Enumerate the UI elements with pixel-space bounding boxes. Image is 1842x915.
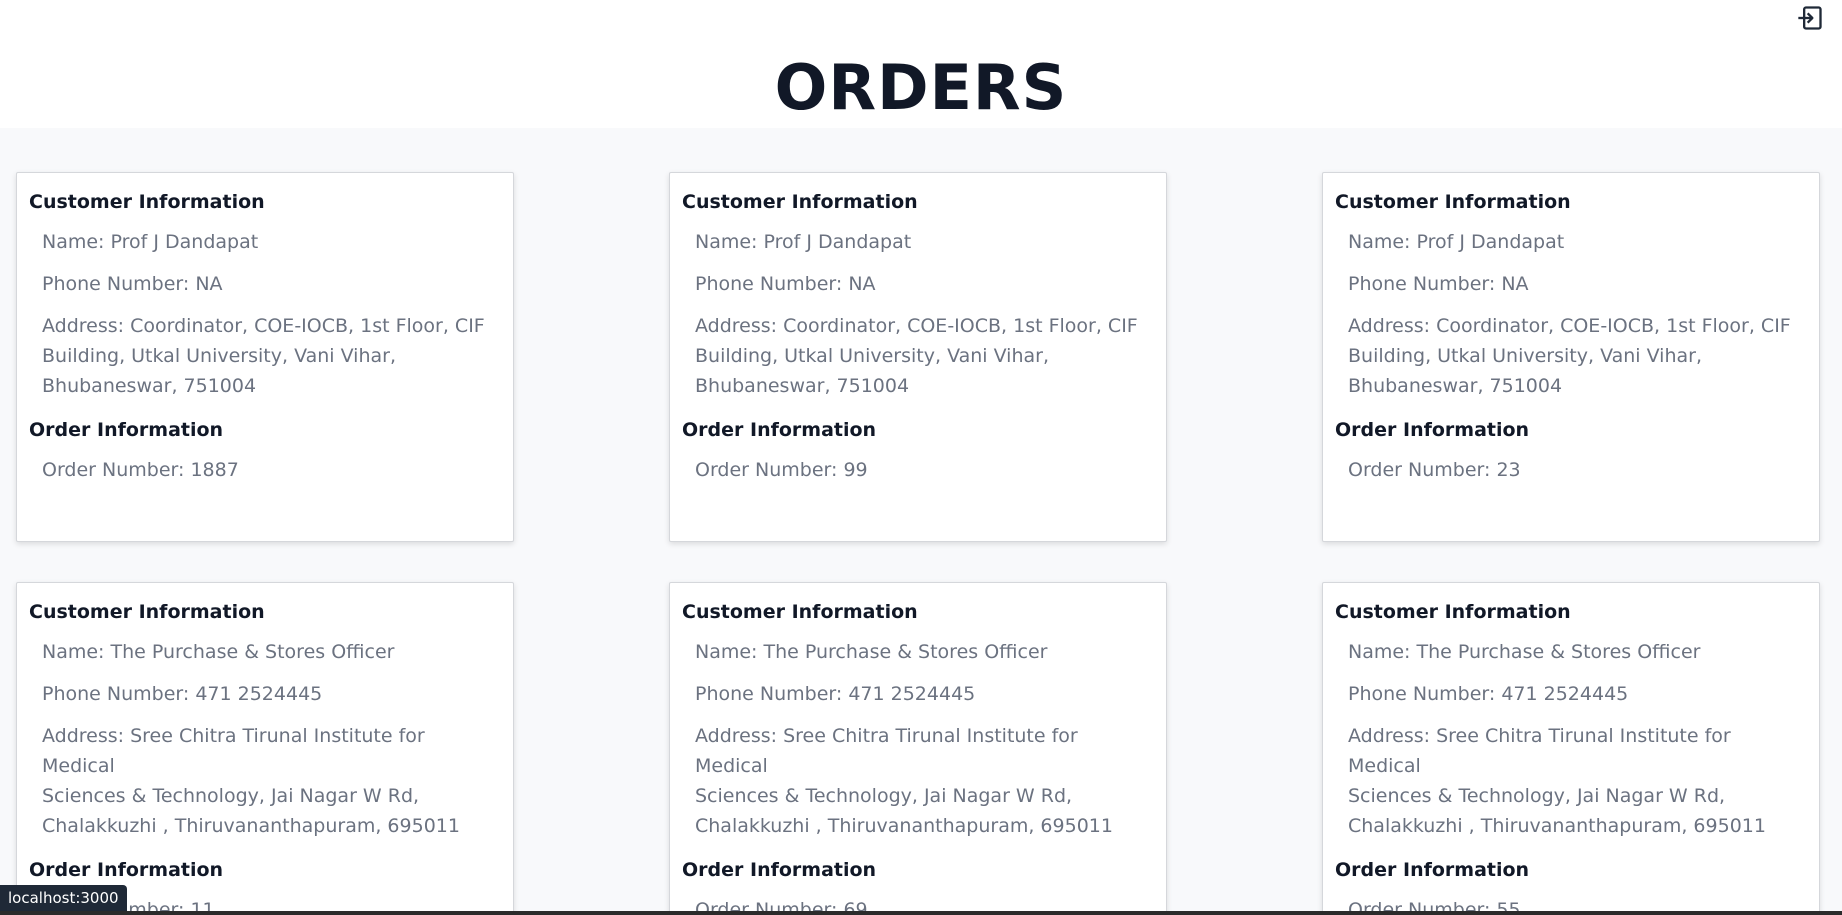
customer-name: Name: The Purchase & Stores Officer <box>695 641 1048 663</box>
customer-name: Name: Prof J Dandapat <box>1348 231 1565 253</box>
order-section-title: Order Information <box>1335 859 1530 881</box>
order-card: Customer Information Name: The Purchase … <box>16 582 514 915</box>
bottom-bar <box>0 911 1842 915</box>
order-number: Order Number: 99 <box>695 459 868 481</box>
orders-grid: Customer Information Name: Prof J Dandap… <box>0 128 1842 915</box>
customer-address-line: Chalakkuzhi , Thiruvananthapuram, 695011 <box>42 815 460 837</box>
customer-section-title: Customer Information <box>682 601 918 623</box>
customer-address-line: Sciences & Technology, Jai Nagar W Rd, <box>42 785 420 807</box>
customer-address-line: Building, Utkal University, Vani Vihar, <box>695 345 1049 367</box>
customer-section-title: Customer Information <box>29 601 265 623</box>
customer-phone: Phone Number: NA <box>42 273 223 295</box>
customer-section-title: Customer Information <box>1335 601 1571 623</box>
order-card: Customer Information Name: Prof J Dandap… <box>1322 172 1820 542</box>
customer-address-line: Bhubaneswar, 751004 <box>695 375 910 397</box>
customer-address-line: Address: Sree Chitra Tirunal Institute f… <box>42 725 425 777</box>
order-section-title: Order Information <box>29 419 224 441</box>
customer-address-line: Sciences & Technology, Jai Nagar W Rd, <box>695 785 1073 807</box>
page-title: ORDERS <box>774 51 1068 124</box>
customer-address-line: Address: Coordinator, COE-IOCB, 1st Floo… <box>1348 315 1791 337</box>
customer-address-line: Building, Utkal University, Vani Vihar, <box>1348 345 1702 367</box>
order-section-title: Order Information <box>682 419 877 441</box>
order-card: Customer Information Name: Prof J Dandap… <box>16 172 514 542</box>
logout-icon <box>1798 6 1822 30</box>
order-number: Order Number: 23 <box>1348 459 1521 481</box>
customer-address-line: Bhubaneswar, 751004 <box>1348 375 1563 397</box>
customer-address-line: Address: Coordinator, COE-IOCB, 1st Floo… <box>695 315 1138 337</box>
customer-address-line: Chalakkuzhi , Thiruvananthapuram, 695011 <box>1348 815 1766 837</box>
customer-phone: Phone Number: 471 2524445 <box>695 683 976 705</box>
customer-section-title: Customer Information <box>29 191 265 213</box>
customer-address-line: Address: Sree Chitra Tirunal Institute f… <box>1348 725 1731 777</box>
customer-address-line: Chalakkuzhi , Thiruvananthapuram, 695011 <box>695 815 1113 837</box>
customer-address-line: Address: Sree Chitra Tirunal Institute f… <box>695 725 1078 777</box>
customer-name: Name: The Purchase & Stores Officer <box>1348 641 1701 663</box>
order-card: Customer Information Name: The Purchase … <box>669 582 1167 915</box>
customer-phone: Phone Number: 471 2524445 <box>1348 683 1629 705</box>
customer-section-title: Customer Information <box>682 191 918 213</box>
customer-address-line: Building, Utkal University, Vani Vihar, <box>42 345 396 367</box>
customer-section-title: Customer Information <box>1335 191 1571 213</box>
customer-name: Name: Prof J Dandapat <box>42 231 259 253</box>
customer-address-line: Sciences & Technology, Jai Nagar W Rd, <box>1348 785 1726 807</box>
logout-button[interactable] <box>1796 4 1824 32</box>
customer-phone: Phone Number: NA <box>1348 273 1529 295</box>
order-card: Customer Information Name: The Purchase … <box>1322 582 1820 915</box>
customer-phone: Phone Number: 471 2524445 <box>42 683 323 705</box>
customer-address-line: Address: Coordinator, COE-IOCB, 1st Floo… <box>42 315 485 337</box>
order-number: Order Number: 1887 <box>42 459 239 481</box>
customer-address-line: Bhubaneswar, 751004 <box>42 375 257 397</box>
order-section-title: Order Information <box>1335 419 1530 441</box>
customer-name: Name: Prof J Dandapat <box>695 231 912 253</box>
order-section-title: Order Information <box>29 859 224 881</box>
page-header: ORDERS <box>0 0 1842 128</box>
order-card: Customer Information Name: Prof J Dandap… <box>669 172 1167 542</box>
order-section-title: Order Information <box>682 859 877 881</box>
status-url: localhost:3000 <box>0 885 127 911</box>
customer-name: Name: The Purchase & Stores Officer <box>42 641 395 663</box>
orders-page: ORDERS Customer Information Name: Prof J… <box>0 0 1842 915</box>
customer-phone: Phone Number: NA <box>695 273 876 295</box>
